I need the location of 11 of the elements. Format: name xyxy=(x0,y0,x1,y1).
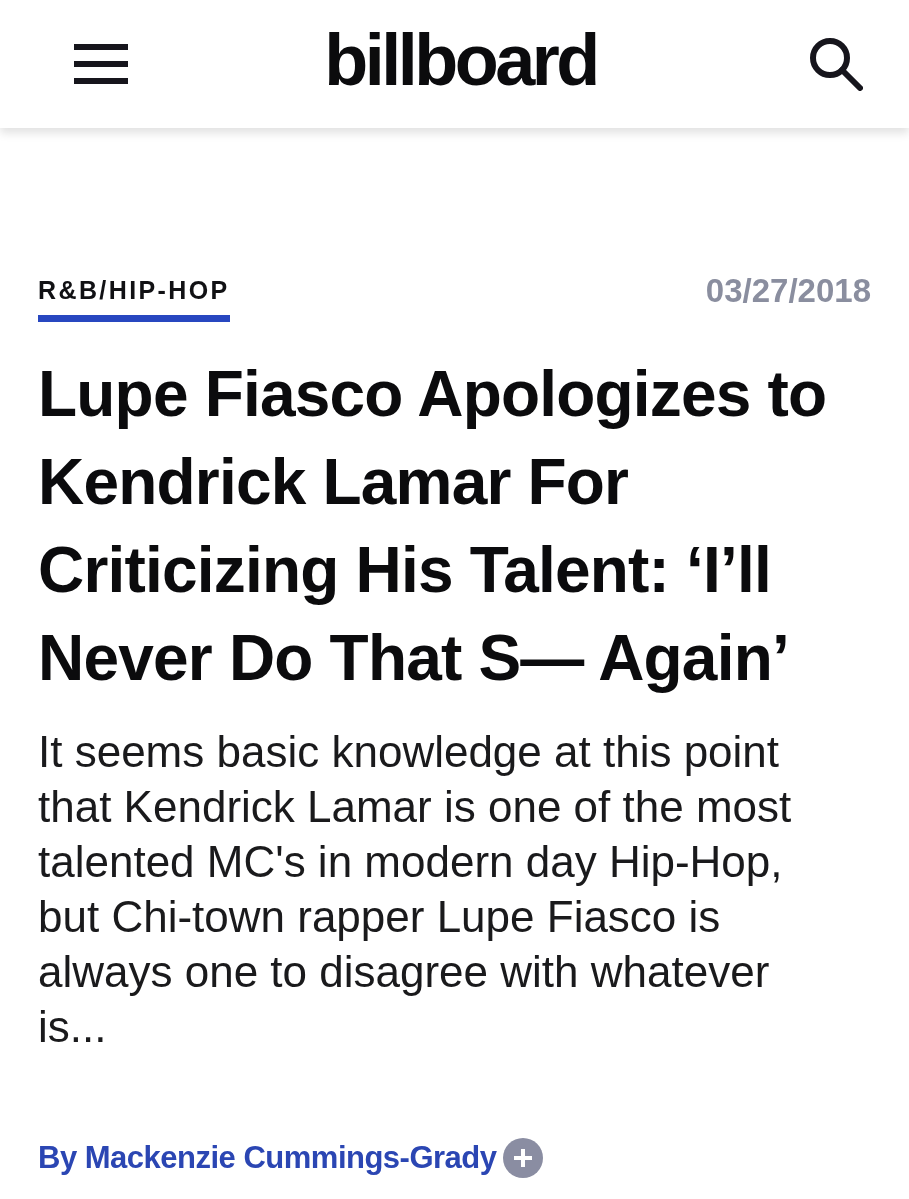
plus-circle-icon[interactable] xyxy=(502,1138,543,1178)
category-link[interactable]: R&B/HIP-HOP xyxy=(38,278,230,322)
article-headline: Lupe Fiasco Apologizes to Kendrick Lamar For Criticizing His Talent: ‘I’ll Never Do That S— Again’ xyxy=(38,357,828,696)
menu-icon xyxy=(74,44,128,84)
menu-button[interactable] xyxy=(74,44,128,84)
search-button[interactable] xyxy=(809,37,863,91)
author-byline-link[interactable]: By Mackenzie Cummings-Grady xyxy=(38,1140,497,1176)
search-icon xyxy=(809,37,863,91)
article-summary: It seems basic knowledge at this point that Kendrick Lamar is one of the most talented MC's in modern day Hip-Hop, but Chi-town rapper Lupe Fiasco is always one to disagree with whatever is... xyxy=(38,726,793,1053)
article-date: 03/27/2018 xyxy=(705,274,871,307)
site-logo[interactable]: billboard xyxy=(324,24,597,104)
